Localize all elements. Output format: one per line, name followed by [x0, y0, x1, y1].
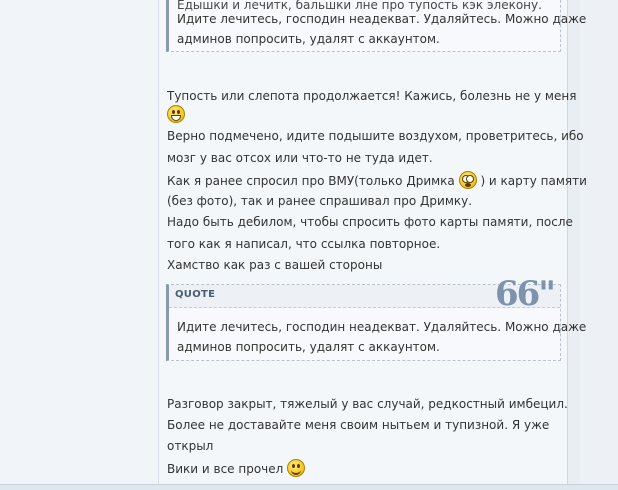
- post-line: Вики и все прочел: [167, 459, 306, 477]
- author-column: [0, 0, 159, 489]
- post-line: мозг у вас отсох или что-то не туда идет…: [167, 151, 433, 165]
- post-line: Хамство как раз с вашей стороны: [167, 258, 383, 272]
- post-line: Верно подмечено, идите подышите воздухом…: [167, 129, 584, 143]
- post-footer-bar: [0, 484, 618, 490]
- post-line: (без фото), так и ранее спрашивал про Др…: [167, 194, 473, 208]
- post-line: Разговор закрыт, тяжелый у вас случай, р…: [167, 397, 568, 411]
- quote-block: QUOTE 66" Идите лечитесь, господин неаде…: [166, 277, 586, 361]
- laughing-smiley-icon: [167, 105, 185, 123]
- post-line: того как я написал, что ссылка повторное…: [167, 237, 441, 251]
- post-line: Тупость или слепота продолжается! Кажись…: [167, 89, 577, 103]
- right-margin: [580, 0, 618, 489]
- quote-line: Идите лечитесь, господин неадекват. Удал…: [177, 12, 587, 26]
- quote-header: QUOTE 66": [169, 277, 560, 311]
- column-divider: [567, 0, 581, 489]
- quote-label: QUOTE: [175, 289, 216, 300]
- quote-line: админов попросить, удалят с аккаунтом.: [177, 32, 440, 46]
- quote-line: админов попросить, удалят с аккаунтом.: [177, 340, 440, 354]
- post-line: [167, 105, 185, 123]
- shocked-smiley-icon: [458, 171, 477, 189]
- post-line: Надо быть дебилом, чтобы спросить фото к…: [167, 215, 573, 229]
- smiley-icon: [287, 459, 306, 477]
- post-line: открыл: [167, 439, 214, 453]
- post-line: Более не доставайте меня своим нытьем и …: [167, 418, 550, 432]
- quote-marks-icon: 66": [494, 274, 556, 314]
- post-line: Как я ранее спросил про ВМУ(только Дримк…: [167, 171, 587, 189]
- quote-line: Идите лечитесь, господин неадекват. Удал…: [177, 320, 587, 334]
- quote-block-top: Едышки и лечитк, бальшки лне про тупость…: [166, 0, 586, 52]
